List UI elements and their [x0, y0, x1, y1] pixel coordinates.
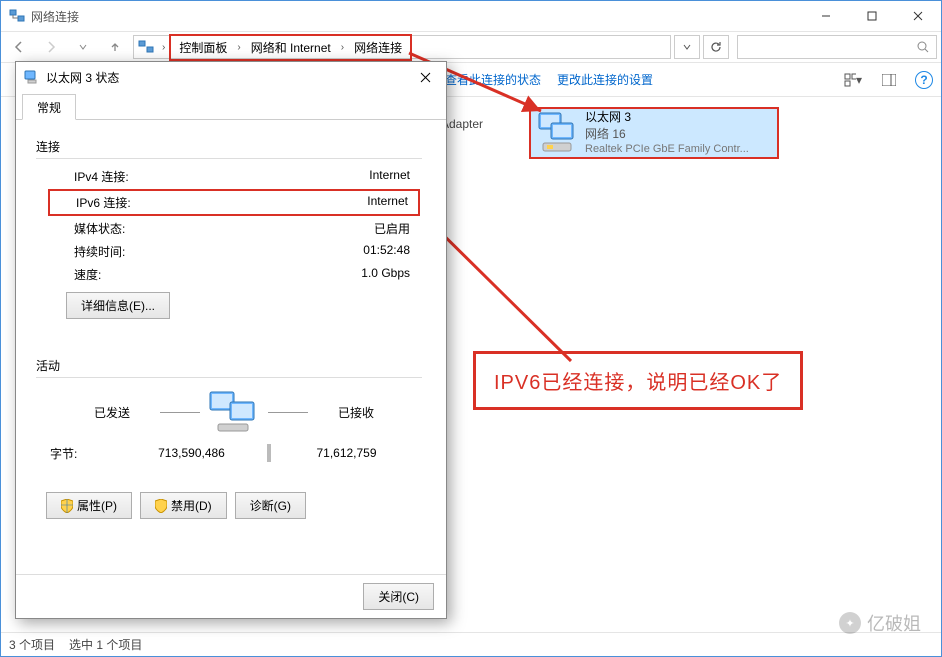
help-icon[interactable]: ?	[915, 71, 933, 89]
bytes-sent: 713,590,486	[116, 446, 267, 460]
activity-computers-icon	[208, 390, 260, 434]
row-ipv6: IPv6 连接: Internet	[50, 191, 418, 214]
disable-button[interactable]: 禁用(D)	[140, 492, 227, 519]
shield-icon	[155, 499, 167, 513]
cmd-view-status[interactable]: 查看此连接的状态	[445, 71, 541, 88]
section-connection: 连接	[36, 138, 422, 155]
cmd-change-settings[interactable]: 更改此连接的设置	[557, 71, 653, 88]
titlebar: 网络连接	[1, 1, 941, 31]
adapter-name: 以太网 3	[585, 109, 749, 125]
line-icon	[160, 412, 200, 413]
adapter-label-cut: Adapter	[441, 117, 483, 131]
chevron-right-icon: ›	[158, 42, 169, 53]
nav-up-button[interactable]	[101, 34, 129, 60]
watermark-signature: ✦ 亿破姐	[839, 610, 921, 636]
details-button[interactable]: 详细信息(E)...	[66, 292, 170, 319]
properties-button[interactable]: 属性(P)	[46, 492, 132, 519]
adapter-network: 网络 16	[585, 126, 749, 142]
tab-general[interactable]: 常规	[22, 94, 76, 120]
search-icon	[916, 40, 930, 54]
label-recv: 已接收	[316, 404, 396, 421]
network-app-icon	[9, 8, 25, 24]
activity-block: 已发送 已接收 字节: 713,590,486 71,612,759	[46, 390, 422, 462]
bytes-recv: 71,612,759	[271, 446, 422, 460]
nav-row: › 控制面板 › 网络和 Internet › 网络连接	[1, 31, 941, 63]
ethernet-status-dialog: 以太网 3 状态 常规 连接 IPv4 连接: Internet IPv6 连接…	[15, 61, 447, 619]
breadcrumb-item-1[interactable]: 网络和 Internet	[247, 37, 335, 58]
line-icon	[268, 412, 308, 413]
nav-history-dropdown[interactable]	[69, 34, 97, 60]
adapter-device: Realtek PCIe GbE Family Contr...	[585, 142, 749, 157]
refresh-button[interactable]	[703, 35, 729, 59]
minimize-button[interactable]	[803, 1, 849, 31]
breadcrumb-item-0[interactable]: 控制面板	[175, 37, 231, 58]
diagnose-button[interactable]: 诊断(G)	[235, 492, 306, 519]
dialog-title: 以太网 3 状态	[46, 69, 410, 86]
close-button[interactable]	[895, 1, 941, 31]
row-ipv6-highlight: IPv6 连接: Internet	[48, 189, 420, 216]
search-input[interactable]	[737, 35, 937, 59]
chevron-right-icon: ›	[337, 42, 348, 53]
dialog-close-footer-button[interactable]: 关闭(C)	[363, 583, 434, 610]
preview-pane-icon[interactable]	[879, 70, 899, 90]
label-sent: 已发送	[72, 404, 152, 421]
tabstrip: 常规	[16, 94, 446, 120]
breadcrumb-item-2[interactable]: 网络连接	[350, 37, 406, 58]
status-selected: 选中 1 个项目	[69, 636, 142, 653]
breadcrumb[interactable]: › 控制面板 › 网络和 Internet › 网络连接	[133, 35, 671, 59]
bytes-label: 字节:	[46, 445, 116, 462]
chevron-right-icon: ›	[233, 42, 244, 53]
nav-forward-button[interactable]	[37, 34, 65, 60]
view-options-icon[interactable]: ▾	[843, 70, 863, 90]
adapter-tile-ethernet3[interactable]: 以太网 3 网络 16 Realtek PCIe GbE Family Cont…	[529, 107, 779, 159]
divider	[36, 377, 422, 378]
nav-back-button[interactable]	[5, 34, 33, 60]
row-ipv4: IPv4 连接: Internet	[46, 165, 422, 188]
shield-icon	[61, 499, 73, 513]
row-duration: 持续时间: 01:52:48	[46, 240, 422, 263]
row-speed: 速度: 1.0 Gbps	[46, 263, 422, 286]
network-adapter-icon	[537, 111, 577, 155]
section-activity: 活动	[36, 357, 422, 374]
bytes-row: 字节: 713,590,486 71,612,759	[46, 444, 422, 462]
divider	[36, 158, 422, 159]
search-field[interactable]	[738, 40, 910, 54]
wechat-icon: ✦	[839, 612, 861, 634]
maximize-button[interactable]	[849, 1, 895, 31]
network-path-icon	[138, 39, 154, 55]
statusbar: 3 个项目 选中 1 个项目	[1, 632, 941, 656]
breadcrumb-dropdown[interactable]	[674, 35, 700, 59]
window-title: 网络连接	[31, 8, 803, 25]
dialog-close-button[interactable]	[410, 64, 440, 90]
row-media: 媒体状态: 已启用	[46, 217, 422, 240]
status-item-count: 3 个项目	[9, 636, 55, 653]
annotation-ipv6-ok: IPV6已经连接，说明已经OK了	[473, 351, 803, 410]
dialog-icon	[24, 69, 40, 85]
